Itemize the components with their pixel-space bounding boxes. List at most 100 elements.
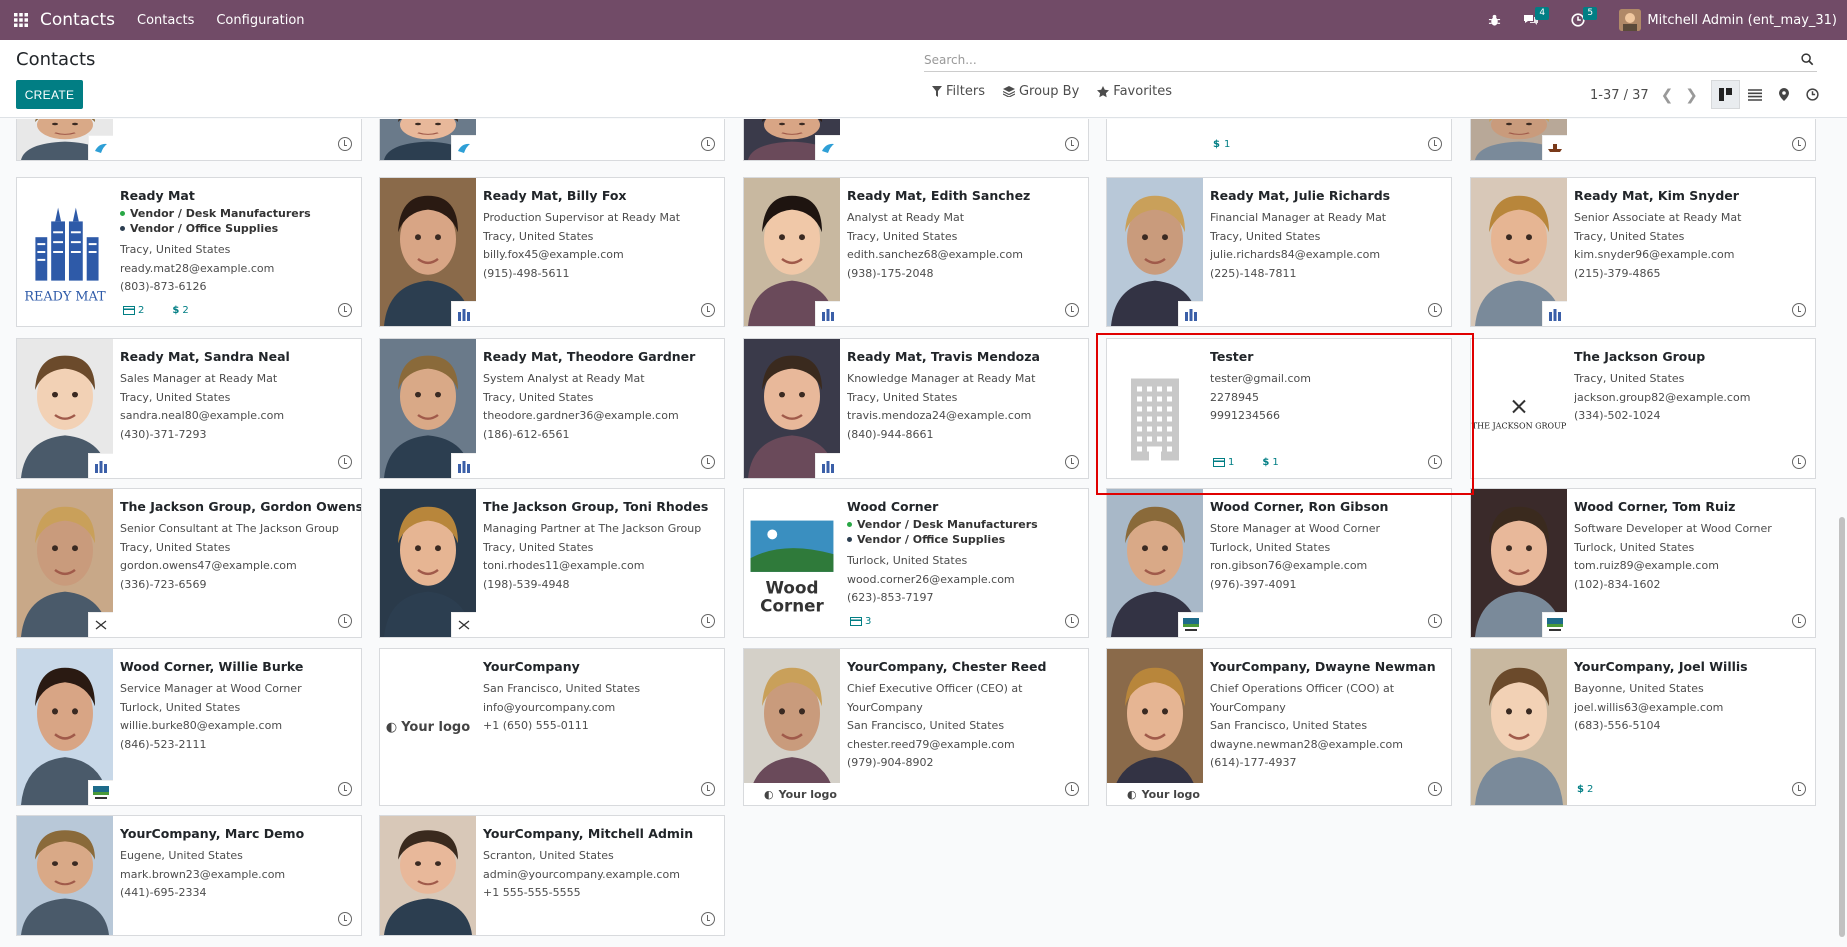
contact-card[interactable]: YourCompany, Joel Willis Bayonne, United … bbox=[1470, 648, 1816, 806]
contact-card[interactable]: ◐ Your logo YourCompany, Dwayne Newman Chie… bbox=[1106, 648, 1452, 806]
contact-card[interactable]: Ready Mat, Kim Snyder Senior Associate at… bbox=[1470, 177, 1816, 327]
contact-detail: edith.sanchez68@example.com bbox=[847, 248, 1023, 261]
contact-image bbox=[380, 489, 476, 637]
contact-card[interactable]: (829)-386-3277 bbox=[16, 119, 362, 161]
bank-account-stat[interactable]: 2 bbox=[123, 305, 158, 316]
contact-card[interactable]: Wood Corner, Willie Burke Service Manager… bbox=[16, 648, 362, 806]
activity-clock-icon[interactable] bbox=[1792, 614, 1806, 628]
filters-button[interactable]: Filters bbox=[932, 84, 985, 99]
activity-clock-icon[interactable] bbox=[1792, 137, 1806, 151]
kanban-view-button[interactable] bbox=[1711, 80, 1740, 109]
svg-text:READY MAT: READY MAT bbox=[24, 289, 106, 304]
activities-count-badge: 5 bbox=[1583, 7, 1598, 20]
contact-card[interactable]: YourCompany, Mitchell Admin Scranton, Uni… bbox=[379, 815, 725, 936]
contact-card[interactable]: (379)-167-2040 bbox=[743, 119, 1089, 161]
contact-card[interactable]: READY MAT Ready Mat Vendor / Desk Manufact… bbox=[16, 177, 362, 327]
activities-clock-icon[interactable]: 5 bbox=[1571, 7, 1598, 27]
activity-clock-icon[interactable] bbox=[1065, 614, 1079, 628]
contact-image: ◐ Your logo bbox=[744, 649, 840, 805]
pager-value[interactable]: 1-37 / 37 bbox=[1590, 88, 1649, 103]
debug-bug-icon[interactable] bbox=[1488, 14, 1501, 27]
company-logo-icon bbox=[815, 453, 840, 478]
contact-name: Ready Mat, Edith Sanchez bbox=[847, 188, 1031, 203]
credit-card-icon bbox=[850, 617, 862, 626]
company-logo-icon bbox=[1542, 612, 1567, 637]
activity-clock-icon[interactable] bbox=[701, 782, 715, 796]
map-view-button[interactable] bbox=[1769, 80, 1798, 109]
search-icon[interactable] bbox=[1797, 53, 1817, 66]
activity-clock-icon[interactable] bbox=[1065, 455, 1079, 469]
menu-configuration[interactable]: Configuration bbox=[216, 13, 304, 28]
activity-clock-icon[interactable] bbox=[701, 912, 715, 926]
bank-account-stat[interactable]: 3 bbox=[850, 616, 885, 627]
scrollbar[interactable] bbox=[1839, 517, 1845, 937]
contact-detail: kim.snyder96@example.com bbox=[1574, 248, 1735, 261]
menu-contacts[interactable]: Contacts bbox=[137, 13, 194, 28]
activity-clock-icon[interactable] bbox=[1428, 782, 1442, 796]
sales-stat[interactable]: $2 bbox=[172, 305, 202, 316]
activity-clock-icon[interactable] bbox=[1065, 137, 1079, 151]
contact-card[interactable]: Wood Corner, Ron Gibson Store Manager at … bbox=[1106, 488, 1452, 638]
contact-card[interactable]: (443)-648-9155 bbox=[1470, 119, 1816, 161]
pager-next-icon[interactable]: ❯ bbox=[1685, 86, 1698, 104]
pager-previous-icon[interactable]: ❮ bbox=[1661, 86, 1674, 104]
activity-clock-icon[interactable] bbox=[701, 455, 715, 469]
app-brand[interactable]: Contacts bbox=[40, 10, 115, 30]
company-logo-icon bbox=[1178, 301, 1203, 326]
contact-detail: (614)-177-4937 bbox=[1210, 756, 1297, 769]
contact-card[interactable]: ◐ Your logo YourCompany San Francisco, Unit… bbox=[379, 648, 725, 806]
activity-clock-icon[interactable] bbox=[701, 303, 715, 317]
create-button[interactable]: CREATE bbox=[16, 80, 83, 109]
user-avatar[interactable] bbox=[1619, 9, 1642, 31]
contact-name: Ready Mat bbox=[120, 188, 195, 203]
activity-clock-icon[interactable] bbox=[338, 782, 352, 796]
contact-card[interactable]: Ready Mat, Billy Fox Production Superviso… bbox=[379, 177, 725, 327]
contact-card[interactable]: Ready Mat, Julie Richards Financial Manag… bbox=[1106, 177, 1452, 327]
contact-detail: mark.brown23@example.com bbox=[120, 867, 286, 881]
activity-clock-icon[interactable] bbox=[338, 912, 352, 926]
contact-card[interactable]: $1 bbox=[1106, 119, 1452, 161]
activity-clock-icon[interactable] bbox=[1428, 614, 1442, 628]
activity-clock-icon[interactable] bbox=[338, 137, 352, 151]
list-view-button[interactable] bbox=[1740, 80, 1769, 109]
contact-detail: Chief Executive Officer (CEO) at bbox=[847, 682, 1023, 695]
contact-card[interactable]: THE JACKSON GROUP The Jackson Group Tracy,… bbox=[1470, 338, 1816, 479]
contact-card[interactable]: YourCompany, Marc Demo Eugene, United Sta… bbox=[16, 815, 362, 936]
app-menu-icon[interactable] bbox=[2, 0, 40, 40]
activity-clock-icon[interactable] bbox=[1792, 455, 1806, 469]
sales-stat[interactable]: $1 bbox=[1213, 139, 1230, 150]
favorites-button[interactable]: Favorites bbox=[1097, 84, 1172, 99]
activity-clock-icon[interactable] bbox=[338, 455, 352, 469]
messaging-icon[interactable]: 4 bbox=[1523, 7, 1550, 27]
contact-card[interactable]: Ready Mat, Theodore Gardner System Analys… bbox=[379, 338, 725, 479]
contact-card[interactable]: Ready Mat, Travis Mendoza Knowledge Manag… bbox=[743, 338, 1089, 479]
activity-clock-icon[interactable] bbox=[338, 614, 352, 628]
activity-clock-icon[interactable] bbox=[1792, 303, 1806, 317]
activity-clock-icon[interactable] bbox=[1428, 137, 1442, 151]
user-menu[interactable]: Mitchell Admin (ent_may_31) bbox=[1647, 13, 1837, 28]
activity-clock-icon[interactable] bbox=[338, 303, 352, 317]
contact-image: ◐ Your logo bbox=[380, 649, 476, 805]
activity-view-button[interactable] bbox=[1798, 80, 1827, 109]
contact-card[interactable]: Ready Mat, Edith Sanchez Analyst at Ready… bbox=[743, 177, 1089, 327]
activity-clock-icon[interactable] bbox=[1428, 303, 1442, 317]
activity-clock-icon[interactable] bbox=[1065, 782, 1079, 796]
activity-clock-icon[interactable] bbox=[701, 614, 715, 628]
card-stats: 2 $2 bbox=[123, 305, 217, 316]
contact-card[interactable]: Ready Mat, Sandra Neal Sales Manager at R… bbox=[16, 338, 362, 479]
group-by-button[interactable]: Group By bbox=[1002, 84, 1079, 99]
activity-clock-icon[interactable] bbox=[1792, 782, 1806, 796]
activity-clock-icon[interactable] bbox=[1065, 303, 1079, 317]
contact-detail: Analyst at Ready Mat bbox=[847, 211, 965, 224]
sales-stat[interactable]: $2 bbox=[1577, 784, 1607, 795]
contact-card[interactable]: ◐ Your logo YourCompany, Chester Reed Chief… bbox=[743, 648, 1089, 806]
contact-card[interactable]: (561)-239-1744 bbox=[379, 119, 725, 161]
activity-clock-icon[interactable] bbox=[701, 137, 715, 151]
contact-card[interactable]: Wood Corner Wood Corner Vendor / Desk Manu… bbox=[743, 488, 1089, 638]
contact-card[interactable]: Wood Corner, Tom Ruiz Software Developer … bbox=[1470, 488, 1816, 638]
search-input[interactable] bbox=[924, 52, 1797, 67]
contact-name: Wood Corner bbox=[847, 499, 939, 514]
contact-detail: dwayne.newman28@example.com bbox=[1210, 737, 1403, 751]
contact-card[interactable]: The Jackson Group, Toni Rhodes Managing P… bbox=[379, 488, 725, 638]
contact-card[interactable]: The Jackson Group, Gordon Owens Senior Co… bbox=[16, 488, 362, 638]
